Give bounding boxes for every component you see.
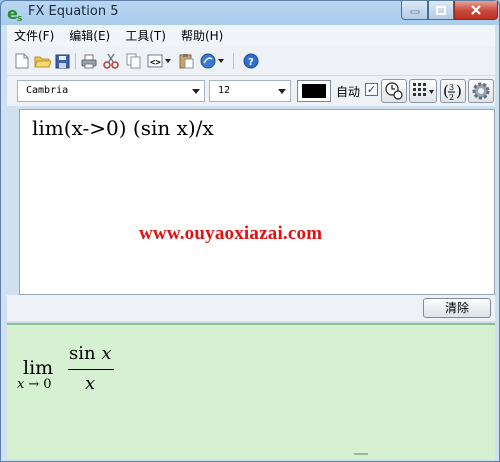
print-button[interactable] [80,52,98,70]
chevron-down-icon [278,89,286,94]
fraction-icon: (32) [443,82,462,101]
globe-link-icon [200,53,224,69]
preview-sub-limit: 0 [43,377,52,392]
site-watermark: www.ouyaoxiazai.com [139,223,323,244]
action-bar: 清除 [7,295,495,321]
equation-preview: lim x → 0 sin x x [7,323,495,459]
minimize-icon [410,10,419,14]
svg-text:): ) [456,82,462,100]
preview-limit-subscript: x → 0 [17,377,52,392]
paste-icon [179,54,193,69]
menu-help[interactable]: 帮助(H) [174,25,231,47]
font-size-value: 12 [218,85,231,96]
open-folder-icon [33,56,51,68]
auto-label: 自动 [336,85,361,99]
code-dropdown-button[interactable]: <> [146,52,174,70]
svg-text:2: 2 [449,93,454,101]
cut-button[interactable] [102,52,120,70]
auto-checkbox[interactable]: ✓ [365,83,378,96]
format-bar: Cambria 12 自动 ✓ (3 2) [7,76,495,106]
close-icon [471,5,481,15]
color-picker-button[interactable] [297,80,331,102]
preview-num-fn: sin [69,343,96,364]
menu-bar: 文件(F) 编辑(E) 工具(T) 帮助(H) [7,25,495,47]
paste-button[interactable] [177,52,195,70]
maximize-icon [436,5,446,15]
preview-sub-arrow: → [28,377,40,392]
save-icon [55,54,69,68]
menu-file[interactable]: 文件(F) [7,25,62,47]
font-select-value: Cambria [26,85,69,96]
close-button[interactable] [454,1,498,20]
preview-sub-var: x [17,377,25,392]
minimize-button[interactable] [401,1,428,20]
print-icon [81,54,97,68]
window-title: FX Equation 5 [28,4,119,19]
open-button[interactable] [33,52,51,70]
color-swatch [302,84,326,98]
preview-num-var: x [101,343,112,364]
grid-palette-icon [413,83,434,96]
font-select[interactable]: Cambria [17,80,205,102]
svg-text:s: s [17,14,22,22]
gear-icon [472,82,490,100]
maximize-button[interactable] [428,1,454,20]
preview-numerator: sin x [69,343,111,364]
app-logo-icon: e s [7,4,22,22]
symbol-palette-button[interactable] [409,79,437,103]
chevron-down-icon [192,89,200,94]
new-file-button[interactable] [13,52,31,70]
equation-text: lim(x->0) (sin x)/x [32,116,214,140]
web-dropdown-button[interactable] [199,52,227,70]
menu-edit[interactable]: 编辑(E) [62,25,118,47]
copy-button[interactable] [124,52,142,70]
toolbar-separator [75,53,76,69]
gear-button[interactable] [468,79,494,103]
title-bar[interactable]: e s FX Equation 5 [1,1,499,25]
menu-tools[interactable]: 工具(T) [118,25,174,47]
preview-denominator: x [85,373,96,394]
preview-lim: lim [23,357,54,379]
copy-icon [126,53,140,69]
svg-text:(: ( [443,82,449,100]
clear-button[interactable]: 清除 [423,298,491,318]
toolbar: <> ? [7,47,495,76]
save-button[interactable] [53,52,71,70]
font-size-select[interactable]: 12 [209,80,291,102]
equation-input[interactable]: lim(x->0) (sin x)/x [19,109,495,295]
svg-text:<>: <> [150,58,161,68]
settings-clock-button[interactable] [381,79,407,103]
resize-grip[interactable] [354,453,368,455]
cut-icon [103,53,119,69]
new-file-icon [15,53,29,69]
fraction-format-button[interactable]: (3 2) [440,79,466,103]
clock-settings-icon [385,82,403,100]
help-icon: ? [243,53,259,69]
svg-text:3: 3 [449,83,454,92]
svg-text:?: ? [248,57,254,68]
app-window: e s FX Equation 5 文件(F) 编辑(E) 工具(T) 帮助(H… [0,0,500,462]
toolbar-separator [233,53,234,69]
preview-fraction-bar [68,369,114,370]
help-button[interactable]: ? [242,52,260,70]
code-dropdown-icon: <> [147,54,171,68]
